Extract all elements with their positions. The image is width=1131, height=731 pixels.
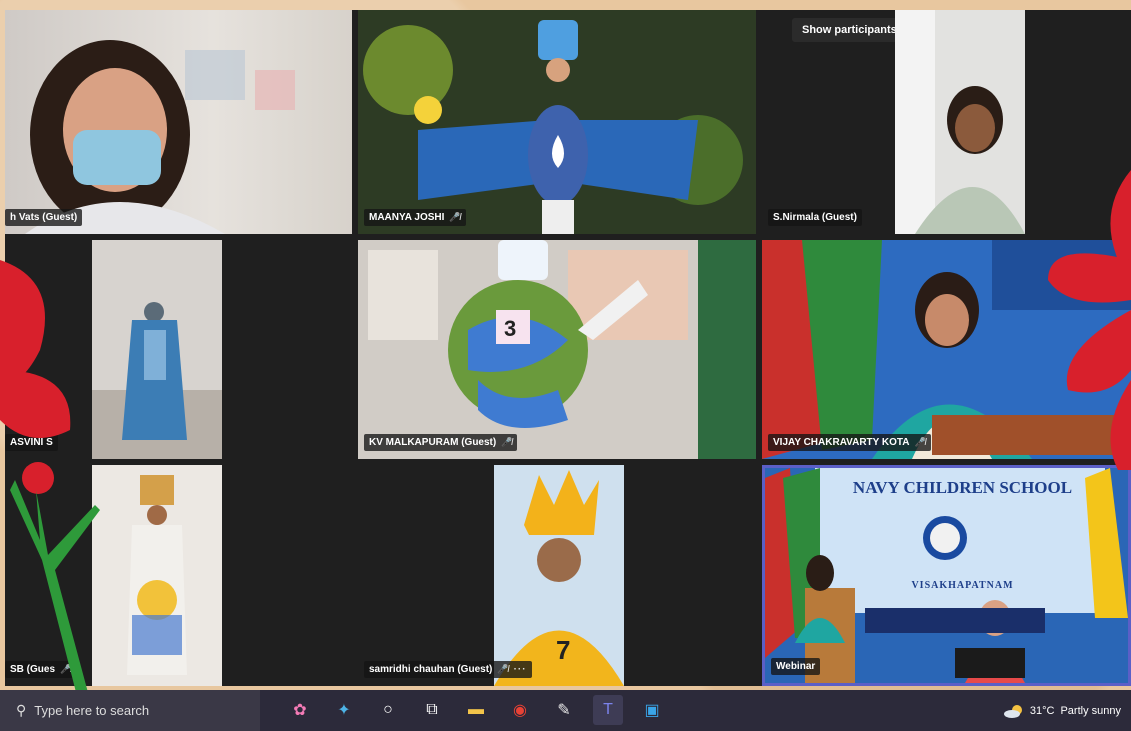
show-participants-tooltip: Show participants bbox=[792, 18, 907, 42]
taskbar-search-box[interactable]: ⚲ Type here to search bbox=[0, 690, 260, 731]
banner-title: NAVY CHILDREN SCHOOL bbox=[852, 478, 1073, 497]
participant-video bbox=[762, 240, 1131, 459]
costume-number: 3 bbox=[504, 316, 517, 341]
participant-video bbox=[92, 302, 222, 459]
mic-off-icon: 🎤̸ bbox=[60, 664, 72, 674]
participant-name: VIJAY CHAKRAVARTY KOTA 🎤̸ bbox=[768, 434, 931, 451]
photos-icon[interactable]: ▣ bbox=[637, 695, 667, 725]
participant-name: S.Nirmala (Guest) bbox=[768, 209, 862, 226]
teams-icon[interactable]: T bbox=[593, 695, 623, 725]
weather-temperature: 31°C bbox=[1029, 704, 1055, 717]
participant-name: SB (Gues 🎤̸ bbox=[5, 661, 77, 678]
search-icon: ⚲ bbox=[16, 702, 27, 718]
cortana-icon[interactable]: ○ bbox=[373, 695, 403, 725]
participant-name: KV MALKAPURAM (Guest) 🎤̸ bbox=[364, 434, 518, 451]
banner-subtitle: VISAKHAPATNAM bbox=[911, 580, 1014, 591]
participant-name: h Vats (Guest) bbox=[5, 209, 83, 226]
weather-description: Partly sunny bbox=[1060, 704, 1121, 717]
participant-tile[interactable]: 7 samridhi chauhan (Guest) 🎤̸ ··· bbox=[358, 465, 756, 686]
participant-name: MAANYA JOSHI 🎤̸ bbox=[364, 209, 466, 226]
participant-tile[interactable]: SB (Gues 🎤̸ bbox=[5, 465, 352, 686]
more-options-icon[interactable]: ··· bbox=[514, 664, 527, 675]
flower-widget-icon[interactable]: ✿ bbox=[285, 695, 315, 725]
hummingbird-widget-icon[interactable]: ✦ bbox=[329, 695, 359, 725]
costume-number: 7 bbox=[556, 635, 571, 665]
participant-video bbox=[127, 475, 187, 675]
paint-icon[interactable]: ✎ bbox=[549, 695, 579, 725]
windows-taskbar: ⚲ Type here to search ✿ ✦ ○ ⧉ ▬ ◉ ✎ T ▣ … bbox=[0, 690, 1131, 731]
mic-off-icon: 🎤̸ bbox=[449, 212, 461, 222]
file-explorer-icon[interactable]: ▬ bbox=[461, 695, 491, 725]
participant-name: Webinar bbox=[771, 658, 821, 675]
participant-tile[interactable]: VIJAY CHAKRAVARTY KOTA 🎤̸ bbox=[762, 240, 1131, 459]
participant-name: ASVINI S bbox=[5, 434, 58, 451]
participant-video bbox=[25, 40, 295, 234]
participant-tile[interactable]: h Vats (Guest) bbox=[5, 10, 352, 234]
participant-video bbox=[895, 10, 1025, 234]
participant-tile[interactable]: ASVINI S bbox=[5, 240, 352, 459]
participant-video bbox=[765, 468, 1128, 683]
participant-video bbox=[358, 240, 756, 459]
participant-video bbox=[358, 10, 756, 234]
mic-off-icon: 🎤̸ bbox=[914, 437, 926, 447]
chrome-icon[interactable]: ◉ bbox=[505, 695, 535, 725]
weather-widget[interactable]: 31°C Partly sunny bbox=[1003, 690, 1121, 731]
task-view-icon[interactable]: ⧉ bbox=[417, 695, 447, 725]
participant-tile-active[interactable]: NAVY CHILDREN SCHOOL VISAKHAPATNAM Webin… bbox=[762, 465, 1131, 686]
participant-tile[interactable]: Show participants S.Nirmala (Guest) bbox=[762, 10, 1131, 234]
search-placeholder: Type here to search bbox=[34, 703, 150, 718]
participant-name: samridhi chauhan (Guest) 🎤̸ ··· bbox=[364, 661, 532, 678]
meeting-grid: h Vats (Guest) MAANYA JOSHI 🎤̸ Show part… bbox=[5, 10, 1131, 686]
mic-off-icon: 🎤̸ bbox=[497, 664, 509, 674]
participant-tile[interactable]: 3 KV MALKAPURAM (Guest) 🎤̸ bbox=[358, 240, 756, 459]
mic-off-icon: 🎤̸ bbox=[501, 437, 513, 447]
partly-sunny-icon bbox=[1003, 704, 1024, 718]
participant-tile[interactable]: MAANYA JOSHI 🎤̸ bbox=[358, 10, 756, 234]
